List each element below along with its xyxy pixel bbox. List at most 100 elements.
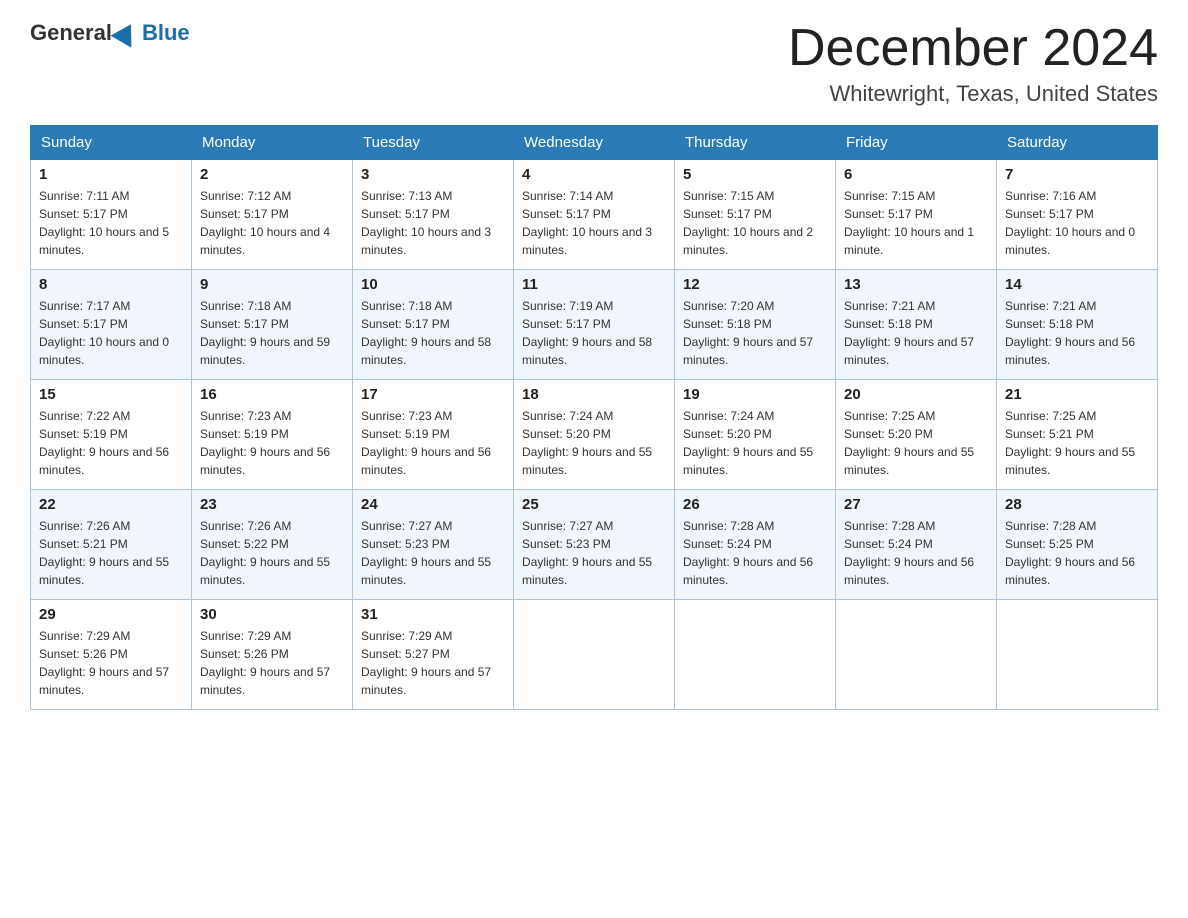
- day-cell: 23 Sunrise: 7:26 AMSunset: 5:22 PMDaylig…: [192, 490, 353, 600]
- logo: General Blue: [30, 20, 190, 46]
- title-area: December 2024 Whitewright, Texas, United…: [788, 20, 1158, 107]
- day-number: 19: [683, 386, 827, 403]
- day-info: Sunrise: 7:17 AMSunset: 5:17 PMDaylight:…: [39, 297, 183, 369]
- week-row: 1 Sunrise: 7:11 AMSunset: 5:17 PMDayligh…: [31, 160, 1158, 270]
- day-cell: 28 Sunrise: 7:28 AMSunset: 5:25 PMDaylig…: [997, 490, 1158, 600]
- day-info: Sunrise: 7:27 AMSunset: 5:23 PMDaylight:…: [361, 517, 505, 589]
- day-number: 14: [1005, 276, 1149, 293]
- day-number: 30: [200, 606, 344, 623]
- day-number: 23: [200, 496, 344, 513]
- day-cell: 30 Sunrise: 7:29 AMSunset: 5:26 PMDaylig…: [192, 600, 353, 710]
- week-row: 15 Sunrise: 7:22 AMSunset: 5:19 PMDaylig…: [31, 380, 1158, 490]
- day-number: 21: [1005, 386, 1149, 403]
- day-cell: [836, 600, 997, 710]
- day-number: 22: [39, 496, 183, 513]
- day-number: 3: [361, 166, 505, 183]
- day-info: Sunrise: 7:24 AMSunset: 5:20 PMDaylight:…: [683, 407, 827, 479]
- day-number: 20: [844, 386, 988, 403]
- day-cell: 17 Sunrise: 7:23 AMSunset: 5:19 PMDaylig…: [353, 380, 514, 490]
- day-number: 7: [1005, 166, 1149, 183]
- column-header-thursday: Thursday: [675, 126, 836, 160]
- logo-general-text: General: [30, 20, 112, 46]
- day-info: Sunrise: 7:27 AMSunset: 5:23 PMDaylight:…: [522, 517, 666, 589]
- day-number: 4: [522, 166, 666, 183]
- day-number: 12: [683, 276, 827, 293]
- day-cell: 15 Sunrise: 7:22 AMSunset: 5:19 PMDaylig…: [31, 380, 192, 490]
- day-info: Sunrise: 7:12 AMSunset: 5:17 PMDaylight:…: [200, 187, 344, 259]
- day-cell: 26 Sunrise: 7:28 AMSunset: 5:24 PMDaylig…: [675, 490, 836, 600]
- day-cell: [514, 600, 675, 710]
- day-cell: 21 Sunrise: 7:25 AMSunset: 5:21 PMDaylig…: [997, 380, 1158, 490]
- day-cell: 19 Sunrise: 7:24 AMSunset: 5:20 PMDaylig…: [675, 380, 836, 490]
- location-title: Whitewright, Texas, United States: [788, 81, 1158, 107]
- calendar-table: SundayMondayTuesdayWednesdayThursdayFrid…: [30, 125, 1158, 710]
- day-number: 25: [522, 496, 666, 513]
- logo-triangle-icon: [111, 18, 142, 47]
- week-row: 29 Sunrise: 7:29 AMSunset: 5:26 PMDaylig…: [31, 600, 1158, 710]
- logo-blue-text: Blue: [142, 20, 190, 46]
- column-header-friday: Friday: [836, 126, 997, 160]
- column-header-wednesday: Wednesday: [514, 126, 675, 160]
- day-number: 13: [844, 276, 988, 293]
- day-info: Sunrise: 7:14 AMSunset: 5:17 PMDaylight:…: [522, 187, 666, 259]
- day-info: Sunrise: 7:13 AMSunset: 5:17 PMDaylight:…: [361, 187, 505, 259]
- day-info: Sunrise: 7:22 AMSunset: 5:19 PMDaylight:…: [39, 407, 183, 479]
- day-info: Sunrise: 7:23 AMSunset: 5:19 PMDaylight:…: [361, 407, 505, 479]
- day-info: Sunrise: 7:18 AMSunset: 5:17 PMDaylight:…: [200, 297, 344, 369]
- day-number: 27: [844, 496, 988, 513]
- day-number: 1: [39, 166, 183, 183]
- day-cell: 20 Sunrise: 7:25 AMSunset: 5:20 PMDaylig…: [836, 380, 997, 490]
- month-title: December 2024: [788, 20, 1158, 77]
- day-number: 18: [522, 386, 666, 403]
- week-row: 22 Sunrise: 7:26 AMSunset: 5:21 PMDaylig…: [31, 490, 1158, 600]
- day-cell: 9 Sunrise: 7:18 AMSunset: 5:17 PMDayligh…: [192, 270, 353, 380]
- day-number: 26: [683, 496, 827, 513]
- day-info: Sunrise: 7:25 AMSunset: 5:20 PMDaylight:…: [844, 407, 988, 479]
- header-row: SundayMondayTuesdayWednesdayThursdayFrid…: [31, 126, 1158, 160]
- day-cell: 11 Sunrise: 7:19 AMSunset: 5:17 PMDaylig…: [514, 270, 675, 380]
- day-cell: [997, 600, 1158, 710]
- day-cell: 31 Sunrise: 7:29 AMSunset: 5:27 PMDaylig…: [353, 600, 514, 710]
- column-header-tuesday: Tuesday: [353, 126, 514, 160]
- day-cell: 10 Sunrise: 7:18 AMSunset: 5:17 PMDaylig…: [353, 270, 514, 380]
- day-number: 11: [522, 276, 666, 293]
- day-cell: 4 Sunrise: 7:14 AMSunset: 5:17 PMDayligh…: [514, 160, 675, 270]
- day-number: 5: [683, 166, 827, 183]
- day-cell: 13 Sunrise: 7:21 AMSunset: 5:18 PMDaylig…: [836, 270, 997, 380]
- day-info: Sunrise: 7:15 AMSunset: 5:17 PMDaylight:…: [683, 187, 827, 259]
- day-info: Sunrise: 7:20 AMSunset: 5:18 PMDaylight:…: [683, 297, 827, 369]
- day-cell: [675, 600, 836, 710]
- day-cell: 6 Sunrise: 7:15 AMSunset: 5:17 PMDayligh…: [836, 160, 997, 270]
- day-number: 2: [200, 166, 344, 183]
- day-number: 6: [844, 166, 988, 183]
- day-number: 31: [361, 606, 505, 623]
- day-info: Sunrise: 7:28 AMSunset: 5:24 PMDaylight:…: [844, 517, 988, 589]
- day-number: 9: [200, 276, 344, 293]
- day-info: Sunrise: 7:25 AMSunset: 5:21 PMDaylight:…: [1005, 407, 1149, 479]
- day-cell: 1 Sunrise: 7:11 AMSunset: 5:17 PMDayligh…: [31, 160, 192, 270]
- day-number: 16: [200, 386, 344, 403]
- day-cell: 2 Sunrise: 7:12 AMSunset: 5:17 PMDayligh…: [192, 160, 353, 270]
- day-info: Sunrise: 7:19 AMSunset: 5:17 PMDaylight:…: [522, 297, 666, 369]
- day-cell: 7 Sunrise: 7:16 AMSunset: 5:17 PMDayligh…: [997, 160, 1158, 270]
- day-cell: 8 Sunrise: 7:17 AMSunset: 5:17 PMDayligh…: [31, 270, 192, 380]
- column-header-sunday: Sunday: [31, 126, 192, 160]
- day-info: Sunrise: 7:21 AMSunset: 5:18 PMDaylight:…: [1005, 297, 1149, 369]
- day-number: 29: [39, 606, 183, 623]
- day-info: Sunrise: 7:29 AMSunset: 5:26 PMDaylight:…: [39, 627, 183, 699]
- day-cell: 22 Sunrise: 7:26 AMSunset: 5:21 PMDaylig…: [31, 490, 192, 600]
- day-cell: 14 Sunrise: 7:21 AMSunset: 5:18 PMDaylig…: [997, 270, 1158, 380]
- day-info: Sunrise: 7:11 AMSunset: 5:17 PMDaylight:…: [39, 187, 183, 259]
- day-cell: 3 Sunrise: 7:13 AMSunset: 5:17 PMDayligh…: [353, 160, 514, 270]
- day-number: 28: [1005, 496, 1149, 513]
- day-info: Sunrise: 7:18 AMSunset: 5:17 PMDaylight:…: [361, 297, 505, 369]
- day-cell: 27 Sunrise: 7:28 AMSunset: 5:24 PMDaylig…: [836, 490, 997, 600]
- day-cell: 16 Sunrise: 7:23 AMSunset: 5:19 PMDaylig…: [192, 380, 353, 490]
- day-cell: 24 Sunrise: 7:27 AMSunset: 5:23 PMDaylig…: [353, 490, 514, 600]
- day-info: Sunrise: 7:15 AMSunset: 5:17 PMDaylight:…: [844, 187, 988, 259]
- day-cell: 29 Sunrise: 7:29 AMSunset: 5:26 PMDaylig…: [31, 600, 192, 710]
- day-info: Sunrise: 7:28 AMSunset: 5:24 PMDaylight:…: [683, 517, 827, 589]
- day-info: Sunrise: 7:28 AMSunset: 5:25 PMDaylight:…: [1005, 517, 1149, 589]
- day-info: Sunrise: 7:16 AMSunset: 5:17 PMDaylight:…: [1005, 187, 1149, 259]
- day-cell: 5 Sunrise: 7:15 AMSunset: 5:17 PMDayligh…: [675, 160, 836, 270]
